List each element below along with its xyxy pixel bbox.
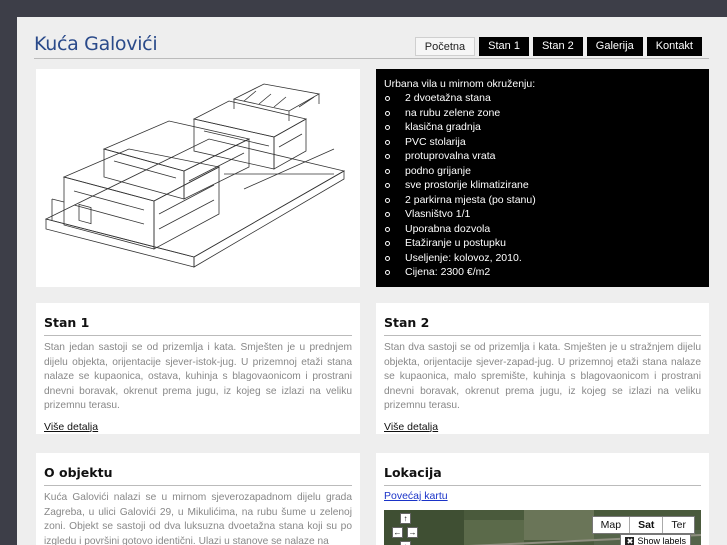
nav-kontakt[interactable]: Kontakt	[646, 37, 702, 56]
map-type-switcher: Map Sat Ter	[591, 516, 695, 534]
pan-down-icon[interactable]: ↓	[400, 541, 411, 545]
feature-item: protuprovalna vrata	[384, 149, 701, 164]
feature-text: podno grijanje	[405, 164, 471, 177]
nav-stan-2[interactable]: Stan 2	[532, 37, 583, 56]
feature-text: sve prostorije klimatizirane	[405, 179, 529, 191]
feature-item: PVC stolarija	[384, 135, 701, 150]
feature-item: klasična gradnja	[384, 120, 701, 135]
satellite-map[interactable]: ↑ ← → ↓ Map Sat Ter ✖ Show labels	[384, 510, 701, 545]
feature-text: klasična gradnja	[405, 121, 481, 133]
feature-item: Etažiranje u postupku	[384, 236, 701, 251]
map-type-ter-button[interactable]: Ter	[663, 517, 694, 533]
nav-stan-1[interactable]: Stan 1	[479, 37, 529, 56]
bullet-icon	[385, 255, 390, 261]
show-labels-toggle[interactable]: ✖ Show labels	[620, 534, 691, 545]
o-objektu-description: Kuća Galovići nalazi se u mirnom sjevero…	[44, 492, 352, 545]
bullet-icon	[385, 183, 390, 188]
lokacija-card: Lokacija Povećaj kartu ↑ ← → ↓ Map Sat T…	[376, 453, 709, 545]
bullet-icon	[385, 168, 390, 174]
site-title[interactable]: Kuća Galovići	[34, 33, 158, 55]
nav-galerija[interactable]: Galerija	[586, 37, 643, 56]
bullet-icon	[385, 125, 390, 130]
feature-item: 2 parkirna mjesta (po stanu)	[384, 193, 701, 208]
feature-text: 2 parkirna mjesta (po stanu)	[405, 193, 536, 206]
nav-pocetna[interactable]: Početna	[414, 37, 476, 56]
house-sketch-image	[44, 83, 346, 268]
show-labels-label: Show labels	[637, 536, 686, 545]
map-type-sat-button[interactable]: Sat	[630, 517, 664, 533]
checkbox-checked-icon[interactable]: ✖	[625, 536, 635, 545]
feature-item: na rubu zelene zone	[384, 106, 701, 121]
pan-right-icon[interactable]: →	[407, 527, 418, 538]
feature-text: protuprovalna vrata	[405, 150, 496, 162]
feature-text: 2 dvoetažna stana	[405, 92, 491, 104]
bullet-icon	[385, 154, 390, 159]
page: Kuća Galovići Početna Stan 1 Stan 2 Gale…	[17, 17, 727, 545]
house-sketch-panel	[36, 69, 360, 287]
feature-text: Vlasništvo 1/1	[405, 208, 471, 220]
stan-1-title: Stan 1	[44, 315, 352, 336]
pan-up-icon[interactable]: ↑	[400, 513, 411, 524]
features-intro: Urbana vila u mirnom okruženju:	[384, 78, 536, 90]
stan-2-card: Stan 2 Stan dva sastoji se od prizemlja …	[376, 303, 709, 434]
stan-2-title: Stan 2	[384, 315, 701, 336]
enlarge-map-link[interactable]: Povećaj kartu	[384, 490, 701, 502]
bullet-icon	[385, 241, 390, 246]
feature-item: sve prostorije klimatizirane	[384, 178, 701, 193]
stan-1-more-link[interactable]: Više detalja	[44, 421, 98, 433]
bullet-icon	[385, 197, 390, 203]
stan-1-description: Stan jedan sastoji se od prizemlja i kat…	[44, 342, 352, 411]
feature-text: Useljenje: kolovoz, 2010.	[405, 251, 522, 264]
o-objektu-card: O objektu Kuća Galovići nalazi se u mirn…	[36, 453, 360, 545]
feature-item: Cijena: 2300 €/m2	[384, 265, 701, 280]
features-list: 2 dvoetažna stana na rubu zelene zone kl…	[384, 91, 701, 280]
feature-text: na rubu zelene zone	[405, 106, 501, 119]
feature-text: PVC stolarija	[405, 135, 466, 148]
bullet-icon	[385, 226, 390, 232]
bullet-icon	[385, 212, 390, 217]
bullet-icon	[385, 110, 390, 116]
feature-item: Uporabna dozvola	[384, 222, 701, 237]
bullet-icon	[385, 270, 390, 275]
o-objektu-title: O objektu	[44, 465, 352, 486]
header: Kuća Galovići Početna Stan 1 Stan 2 Gale…	[17, 17, 727, 59]
feature-text: Cijena: 2300 €/m2	[405, 266, 491, 278]
feature-item: Useljenje: kolovoz, 2010.	[384, 251, 701, 266]
main-nav: Početna Stan 1 Stan 2 Galerija Kontakt	[414, 37, 702, 56]
stan-2-more-link[interactable]: Više detalja	[384, 421, 438, 433]
feature-item: podno grijanje	[384, 164, 701, 179]
feature-item: Vlasništvo 1/1	[384, 207, 701, 222]
feature-item: 2 dvoetažna stana	[384, 91, 701, 106]
feature-text: Etažiranje u postupku	[405, 237, 506, 249]
bullet-icon	[385, 96, 390, 101]
stan-2-description: Stan dva sastoji se od prizemlja i kata.…	[384, 342, 701, 411]
bullet-icon	[385, 139, 390, 145]
pan-left-icon[interactable]: ←	[392, 527, 403, 538]
features-panel: Urbana vila u mirnom okruženju: 2 dvoeta…	[376, 69, 709, 287]
feature-text: Uporabna dozvola	[405, 222, 491, 235]
header-divider	[34, 58, 709, 59]
map-type-map-button[interactable]: Map	[593, 517, 631, 533]
lokacija-title: Lokacija	[384, 465, 701, 486]
stan-1-card: Stan 1 Stan jedan sastoji se od prizemlj…	[36, 303, 360, 434]
